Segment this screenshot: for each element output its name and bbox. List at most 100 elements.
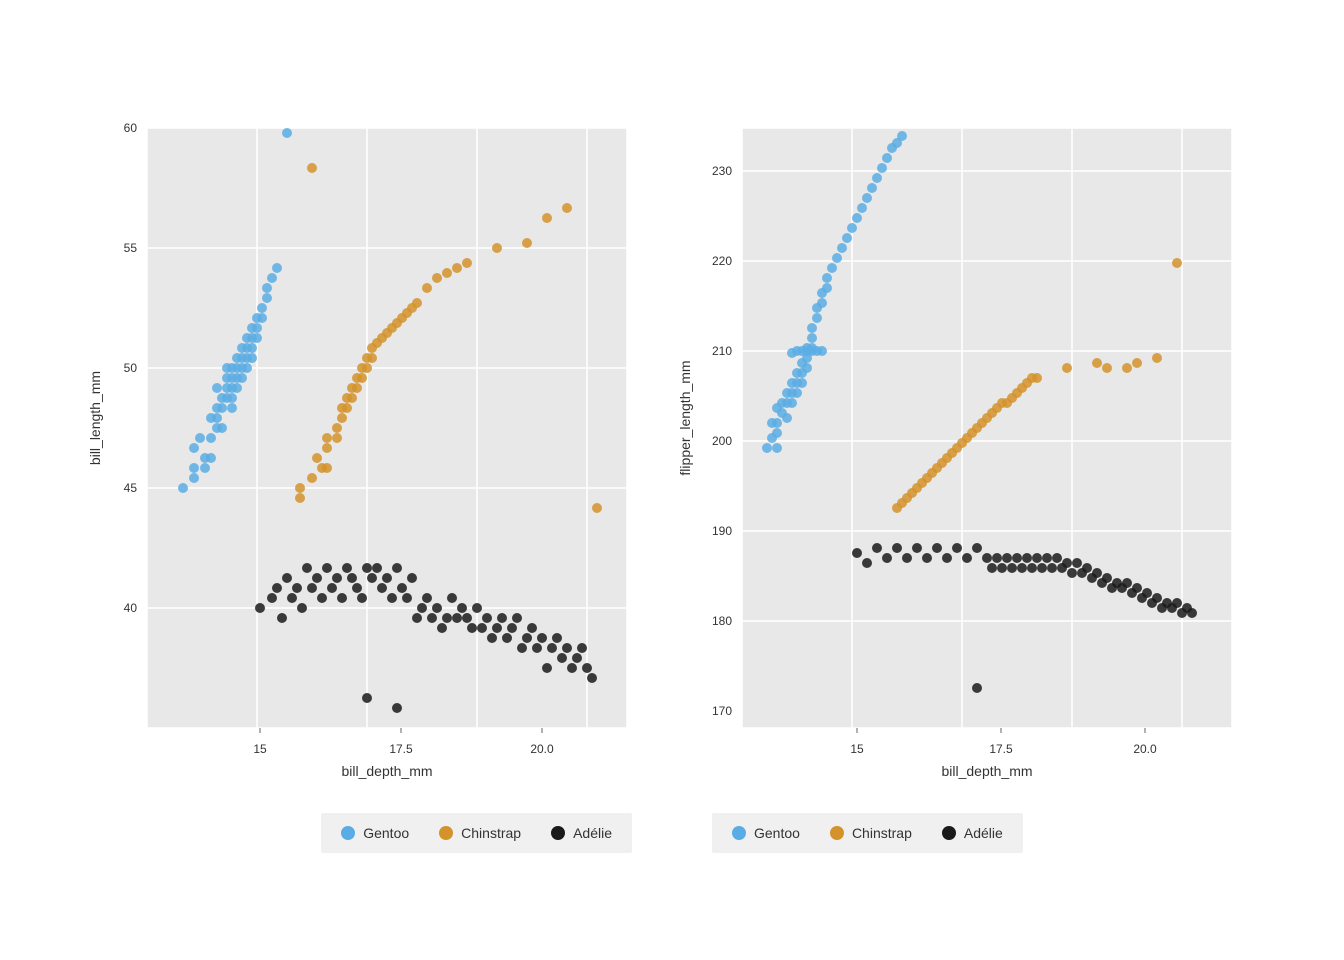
point-adelie	[572, 653, 582, 663]
point-adelie	[502, 633, 512, 643]
chart2-svg: 230 220 210 200 190 180 170 15 17.5 20.0…	[677, 108, 1257, 788]
point2-adelie	[1012, 553, 1022, 563]
point-adelie	[552, 633, 562, 643]
point-adelie	[312, 573, 322, 583]
point2-adelie	[1017, 563, 1027, 573]
point-gentoo	[189, 473, 199, 483]
point-adelie	[517, 643, 527, 653]
point-gentoo	[262, 283, 272, 293]
point-chinstrap	[347, 393, 357, 403]
point-gentoo	[262, 293, 272, 303]
point-adelie	[352, 583, 362, 593]
point-chinstrap	[432, 273, 442, 283]
point-adelie	[452, 613, 462, 623]
point-adelie	[392, 563, 402, 573]
point2-gentoo	[877, 163, 887, 173]
point2-chinstrap	[1092, 358, 1102, 368]
point-adelie	[432, 603, 442, 613]
point-chinstrap	[322, 463, 332, 473]
point2-gentoo	[812, 313, 822, 323]
point2-gentoo	[787, 398, 797, 408]
point-adelie	[457, 603, 467, 613]
point2-gentoo	[842, 233, 852, 243]
point2-chinstrap	[1032, 373, 1042, 383]
point-adelie	[492, 623, 502, 633]
point2-chinstrap	[1172, 258, 1182, 268]
x-tick-20: 20.0	[530, 742, 554, 756]
point2-gentoo	[772, 428, 782, 438]
point-adelie	[297, 603, 307, 613]
point-gentoo	[232, 383, 242, 393]
point-adelie	[497, 613, 507, 623]
point-chinstrap	[442, 268, 452, 278]
point-adelie	[347, 573, 357, 583]
point-adelie	[302, 563, 312, 573]
point2-adelie	[952, 543, 962, 553]
point2-adelie	[1052, 553, 1062, 563]
point-adelie	[407, 573, 417, 583]
legend2-adelie-dot	[942, 826, 956, 840]
point2-adelie	[852, 548, 862, 558]
point2-adelie	[992, 553, 1002, 563]
point2-adelie	[1082, 563, 1092, 573]
x2-tick-175: 17.5	[989, 742, 1013, 756]
point2-gentoo	[837, 243, 847, 253]
point2-chinstrap	[1152, 353, 1162, 363]
x2-tick-20: 20.0	[1133, 742, 1157, 756]
point-gentoo	[247, 353, 257, 363]
point-adelie	[562, 643, 572, 653]
point2-gentoo	[817, 346, 827, 356]
point-gentoo	[242, 363, 252, 373]
point-gentoo	[178, 483, 188, 493]
point-chinstrap	[357, 373, 367, 383]
point-adelie	[397, 583, 407, 593]
legend1-adelie-label: Adélie	[573, 825, 612, 841]
y2-tick-190: 190	[712, 524, 732, 538]
point-gentoo	[195, 433, 205, 443]
point-gentoo	[189, 463, 199, 473]
x-tick-175: 17.5	[389, 742, 413, 756]
point-adelie	[482, 613, 492, 623]
point2-adelie	[922, 553, 932, 563]
point-adelie	[582, 663, 592, 673]
point-adelie	[522, 633, 532, 643]
point2-gentoo	[862, 193, 872, 203]
chart1-wrapper: 60 55 50 45 40 15 17.5 20.0 bill_length_…	[87, 108, 647, 788]
point-chinstrap	[422, 283, 432, 293]
point-adelie	[547, 643, 557, 653]
point-adelie	[422, 593, 432, 603]
point-adelie	[477, 623, 487, 633]
y2-tick-200: 200	[712, 434, 732, 448]
point2-gentoo	[792, 388, 802, 398]
point-gentoo	[206, 433, 216, 443]
point-adelie	[282, 573, 292, 583]
point-gentoo	[257, 313, 267, 323]
plot-bg-2	[742, 128, 1232, 728]
legend2-adelie-label: Adélie	[964, 825, 1003, 841]
point2-gentoo	[817, 298, 827, 308]
point2-adelie	[972, 683, 982, 693]
point-gentoo	[267, 273, 277, 283]
point-adelie	[277, 613, 287, 623]
point-adelie	[567, 663, 577, 673]
point2-gentoo	[797, 378, 807, 388]
point-chinstrap	[312, 453, 322, 463]
point-gentoo	[252, 323, 262, 333]
point-chinstrap	[562, 203, 572, 213]
point-gentoo	[206, 453, 216, 463]
legend2-chinstrap-dot	[830, 826, 844, 840]
point2-gentoo	[872, 173, 882, 183]
legend1: Gentoo Chinstrap Adélie	[321, 813, 632, 853]
point-chinstrap	[322, 443, 332, 453]
point-chinstrap	[522, 238, 532, 248]
point2-gentoo	[852, 213, 862, 223]
point-adelie	[487, 633, 497, 643]
point2-adelie	[1022, 553, 1032, 563]
point-chinstrap	[342, 403, 352, 413]
point2-gentoo	[802, 363, 812, 373]
legend1-adelie-dot	[551, 826, 565, 840]
point-adelie	[337, 593, 347, 603]
point-adelie	[307, 583, 317, 593]
point2-gentoo	[882, 153, 892, 163]
point2-gentoo	[807, 333, 817, 343]
